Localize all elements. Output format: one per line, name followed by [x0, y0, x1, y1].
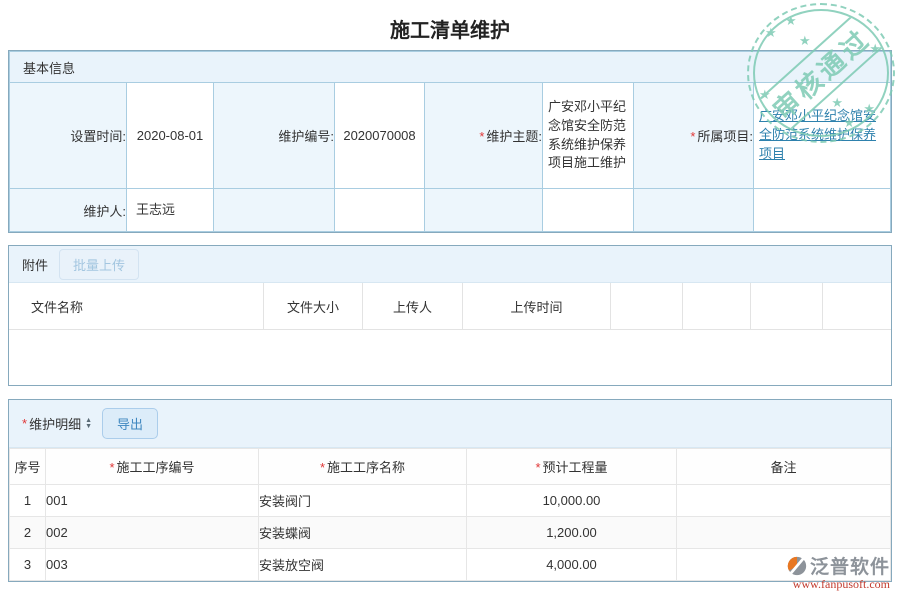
maintain-detail-header-bar: * 维护明细 ▲ ▼ 导出 — [9, 400, 891, 448]
required-asterisk: * — [690, 129, 695, 144]
row-remark — [677, 517, 891, 549]
row-code: 002 — [46, 517, 259, 549]
empty-value-cell — [335, 189, 425, 232]
row-name: 安装放空阀 — [259, 549, 467, 581]
row-no: 1 — [10, 485, 46, 517]
empty-label-cell — [214, 189, 335, 232]
set-time-label: 设置时间: — [10, 83, 127, 189]
fanpu-logo-icon — [786, 555, 808, 577]
vendor-website[interactable]: www.fanpusoft.com — [786, 577, 890, 592]
maintain-detail-section: * 维护明细 ▲ ▼ 导出 序号 *施工工序编号 *施工工序名称 *预计工程量 … — [8, 399, 892, 582]
row-no: 2 — [10, 517, 46, 549]
attachments-section-title: 附件 — [22, 255, 48, 274]
vendor-brand-name: 泛普软件 — [810, 552, 890, 579]
maintain-detail-table: 序号 *施工工序编号 *施工工序名称 *预计工程量 备注 1 001 安装阀门 … — [9, 448, 891, 581]
attach-col-empty — [683, 283, 751, 329]
row-name: 安装蝶阀 — [259, 517, 467, 549]
required-asterisk: * — [535, 460, 540, 475]
attach-col-empty — [611, 283, 683, 329]
detail-col-quantity: *预计工程量 — [467, 449, 677, 485]
table-row: 3 003 安装放空阀 4,000.00 — [10, 549, 891, 581]
required-asterisk: * — [109, 460, 114, 475]
attachments-header-bar: 附件 批量上传 — [9, 246, 891, 283]
required-asterisk: * — [479, 129, 484, 144]
attach-col-uploader: 上传人 — [363, 283, 463, 329]
required-asterisk: * — [22, 416, 27, 431]
project-value-cell: 广安邓小平纪念馆安全防范系统维护保养项目 — [754, 83, 891, 189]
topic-label: *维护主题: — [425, 83, 543, 189]
empty-value-cell — [543, 189, 634, 232]
basic-info-section: 基本信息 设置时间: 2020-08-01 维护编号: 2020070008 *… — [8, 50, 892, 233]
required-asterisk: * — [320, 460, 325, 475]
attachments-table-header: 文件名称 文件大小 上传人 上传时间 — [9, 283, 891, 330]
attach-col-filesize: 文件大小 — [264, 283, 363, 329]
attachments-empty-body — [9, 330, 891, 385]
row-quantity: 4,000.00 — [467, 549, 677, 581]
maintain-no-label: 维护编号: — [214, 83, 335, 189]
row-code: 003 — [46, 549, 259, 581]
attach-col-empty — [751, 283, 823, 329]
attachments-section: 附件 批量上传 文件名称 文件大小 上传人 上传时间 — [8, 245, 892, 386]
row-name: 安装阀门 — [259, 485, 467, 517]
row-no: 3 — [10, 549, 46, 581]
project-link[interactable]: 广安邓小平纪念馆安全防范系统维护保养项目 — [759, 108, 876, 161]
batch-upload-button[interactable]: 批量上传 — [59, 249, 139, 280]
detail-col-remark: 备注 — [677, 449, 891, 485]
maintainer-value: 王志远 — [127, 189, 214, 232]
attach-col-uploadtime: 上传时间 — [463, 283, 611, 329]
project-label: *所属项目: — [634, 83, 754, 189]
basic-info-section-title: 基本信息 — [10, 52, 891, 83]
maintain-detail-section-title: 维护明细 — [29, 414, 81, 433]
attach-col-empty — [823, 283, 891, 329]
table-row: 2 002 安装蝶阀 1,200.00 — [10, 517, 891, 549]
attach-col-filename: 文件名称 — [9, 283, 264, 329]
topic-value: 广安邓小平纪念馆安全防范系统维护保养项目施工维护 — [543, 83, 634, 189]
maintain-no-value: 2020070008 — [335, 83, 425, 189]
row-quantity: 1,200.00 — [467, 517, 677, 549]
export-button[interactable]: 导出 — [102, 408, 158, 439]
detail-col-no: 序号 — [10, 449, 46, 485]
sort-arrows-icon[interactable]: ▲ ▼ — [85, 418, 92, 430]
detail-col-code: *施工工序编号 — [46, 449, 259, 485]
detail-col-name: *施工工序名称 — [259, 449, 467, 485]
row-remark — [677, 485, 891, 517]
table-row: 1 001 安装阀门 10,000.00 — [10, 485, 891, 517]
vendor-logo: 泛普软件 www.fanpusoft.com — [786, 552, 890, 592]
basic-info-table: 基本信息 设置时间: 2020-08-01 维护编号: 2020070008 *… — [9, 51, 891, 232]
row-quantity: 10,000.00 — [467, 485, 677, 517]
empty-label-cell — [425, 189, 543, 232]
page-title: 施工清单维护 — [0, 0, 900, 50]
set-time-value: 2020-08-01 — [127, 83, 214, 189]
maintainer-label: 维护人: — [10, 189, 127, 232]
empty-value-cell — [754, 189, 891, 232]
row-code: 001 — [46, 485, 259, 517]
empty-label-cell — [634, 189, 754, 232]
